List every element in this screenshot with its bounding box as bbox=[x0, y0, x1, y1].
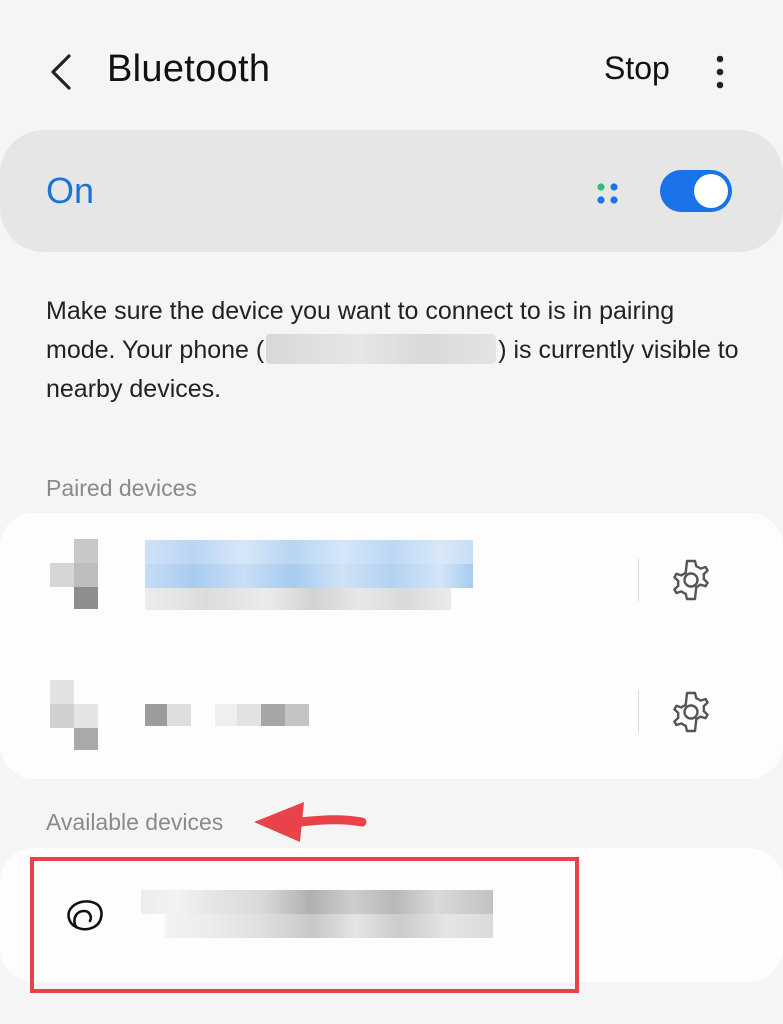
gear-icon[interactable] bbox=[667, 556, 715, 604]
row-divider bbox=[638, 559, 639, 601]
chevron-left-icon bbox=[51, 54, 71, 90]
pairing-description: Make sure the device you want to connect… bbox=[46, 292, 746, 409]
bluetooth-state-label: On bbox=[46, 170, 95, 211]
more-options-button[interactable] bbox=[702, 50, 738, 94]
row-divider bbox=[638, 690, 639, 732]
page-title: Bluetooth bbox=[107, 48, 271, 90]
annotation-arrow bbox=[254, 802, 367, 842]
bluetooth-toggle[interactable] bbox=[660, 170, 732, 212]
back-button[interactable] bbox=[40, 50, 80, 94]
quick-share-dots-icon bbox=[597, 183, 618, 204]
available-devices-header: Available devices bbox=[46, 809, 224, 835]
earbud-icon bbox=[67, 900, 103, 931]
stop-scan-button[interactable]: Stop bbox=[604, 50, 670, 87]
paired-devices-header: Paired devices bbox=[46, 475, 197, 501]
redacted-phone-name bbox=[266, 334, 497, 364]
toggle-knob bbox=[694, 174, 728, 208]
paired-device-row[interactable] bbox=[0, 648, 783, 778]
gear-icon[interactable] bbox=[667, 688, 715, 736]
available-device-row[interactable] bbox=[0, 855, 783, 975]
paired-device-row[interactable] bbox=[0, 513, 783, 643]
more-vertical-icon bbox=[716, 55, 724, 89]
